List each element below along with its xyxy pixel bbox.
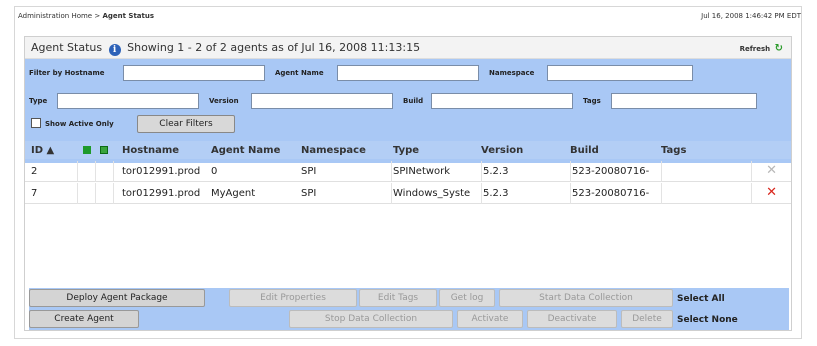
build-filter-label: Build <box>403 97 424 105</box>
cell-type: SPINetwork <box>393 166 451 177</box>
start-data-collection-button[interactable]: Start Data Collection <box>499 289 673 307</box>
show-active-only-label: Show Active Only <box>45 120 114 128</box>
select-none-link[interactable]: Select None <box>677 315 738 325</box>
create-agent-button[interactable]: Create Agent <box>29 310 139 328</box>
build-filter-input[interactable] <box>431 93 573 109</box>
delete-x-icon[interactable]: ✕ <box>766 163 777 178</box>
agent-status-panel: Agent Status i Showing 1 - 2 of 2 agents… <box>24 36 792 331</box>
edit-properties-button[interactable]: Edit Properties <box>229 289 357 307</box>
breadcrumb-current: Agent Status <box>102 12 155 20</box>
type-filter-input[interactable] <box>57 93 199 109</box>
col-hostname-header[interactable]: Hostname <box>122 145 179 156</box>
cell-hostname: tor012991.prod <box>122 166 201 177</box>
select-all-link[interactable]: Select All <box>677 294 725 304</box>
activate-button[interactable]: Activate <box>457 310 523 328</box>
deactivate-button[interactable]: Deactivate <box>527 310 617 328</box>
breadcrumb-separator: > <box>94 12 101 20</box>
cell-divider <box>481 183 482 204</box>
cell-divider <box>77 161 78 182</box>
cell-divider <box>570 161 571 182</box>
deploy-agent-package-button[interactable]: Deploy Agent Package <box>29 289 205 307</box>
tags-filter-input[interactable] <box>611 93 757 109</box>
namespace-filter-label: Namespace <box>489 69 535 77</box>
table-header: ID ▲ Hostname Agent Name Namespace Type … <box>25 141 791 159</box>
cell-divider <box>77 183 78 204</box>
panel-title-text: Agent Status <box>31 41 103 54</box>
action-bar: Deploy Agent Package Create Agent Edit P… <box>29 288 789 330</box>
cell-namespace: SPI <box>301 166 317 177</box>
col-build-header[interactable]: Build <box>570 145 599 156</box>
refresh-arrows-icon[interactable]: ↻ <box>775 43 783 54</box>
breadcrumb-home-link[interactable]: Administration Home <box>18 12 92 20</box>
cell-build: 523-20080716- <box>572 188 650 199</box>
version-filter-label: Version <box>209 97 239 105</box>
cell-id: 7 <box>31 188 38 199</box>
cell-divider <box>95 183 96 204</box>
agent-name-filter-input[interactable] <box>337 65 479 81</box>
get-log-button[interactable]: Get log <box>439 289 495 307</box>
clear-filters-button[interactable]: Clear Filters <box>137 115 235 133</box>
delete-button[interactable]: Delete <box>621 310 673 328</box>
panel-title: Agent Status i Showing 1 - 2 of 2 agents… <box>31 41 420 56</box>
type-filter-label: Type <box>29 97 48 105</box>
cell-divider <box>481 161 482 182</box>
timestamp: Jul 16, 2008 1:46:42 PM EDT <box>701 12 801 20</box>
hostname-filter-label: Filter by Hostname <box>29 69 105 77</box>
cell-divider <box>751 161 752 182</box>
showing-text: Showing 1 - 2 of 2 agents as of Jul 16, … <box>127 41 421 54</box>
refresh-label: Refresh <box>739 45 771 53</box>
cell-hostname: tor012991.prod <box>122 188 201 199</box>
col-tags-header[interactable]: Tags <box>661 145 686 156</box>
delete-x-icon[interactable]: ✕ <box>766 185 777 200</box>
cell-agent-name: 0 <box>211 166 218 177</box>
cell-divider <box>391 161 392 182</box>
cell-version: 5.2.3 <box>483 188 509 199</box>
cell-divider <box>113 183 114 204</box>
breadcrumb: Administration Home > Agent Status <box>18 12 154 20</box>
cell-agent-name: MyAgent <box>211 188 256 199</box>
refresh-link[interactable]: Refresh ↻ <box>740 43 783 54</box>
agent-name-filter-label: Agent Name <box>275 69 324 77</box>
edit-tags-button[interactable]: Edit Tags <box>359 289 437 307</box>
info-icon[interactable]: i <box>108 44 121 56</box>
cell-divider <box>570 183 571 204</box>
cell-divider <box>661 183 662 204</box>
show-active-only-checkbox[interactable] <box>31 118 41 128</box>
panel-header: Agent Status i Showing 1 - 2 of 2 agents… <box>25 37 791 59</box>
col-id-header[interactable]: ID ▲ <box>31 145 54 156</box>
col-version-header[interactable]: Version <box>481 145 523 156</box>
hostname-filter-input[interactable] <box>123 65 265 81</box>
col-type-header[interactable]: Type <box>393 145 419 156</box>
cell-namespace: SPI <box>301 188 317 199</box>
cell-id: 2 <box>31 166 38 177</box>
version-filter-input[interactable] <box>251 93 393 109</box>
table-row[interactable]: 7 tor012991.prod MyAgent SPI Windows_Sys… <box>25 183 791 204</box>
table-row[interactable]: 2 tor012991.prod 0 SPI SPINetwork 5.2.3 … <box>25 161 791 182</box>
col-agent-name-header[interactable]: Agent Name <box>211 145 280 156</box>
cell-divider <box>391 183 392 204</box>
namespace-filter-input[interactable] <box>547 65 693 81</box>
stop-data-collection-button[interactable]: Stop Data Collection <box>289 310 453 328</box>
connection-status-icon <box>100 146 108 154</box>
cell-divider <box>751 183 752 204</box>
cell-version: 5.2.3 <box>483 166 509 177</box>
cell-divider <box>113 161 114 182</box>
cell-type: Windows_Syste <box>393 188 471 199</box>
cell-build: 523-20080716- <box>572 166 650 177</box>
tags-filter-label: Tags <box>583 97 601 105</box>
active-status-icon <box>83 146 91 154</box>
col-namespace-header[interactable]: Namespace <box>301 145 366 156</box>
cell-divider <box>95 161 96 182</box>
cell-divider <box>661 161 662 182</box>
